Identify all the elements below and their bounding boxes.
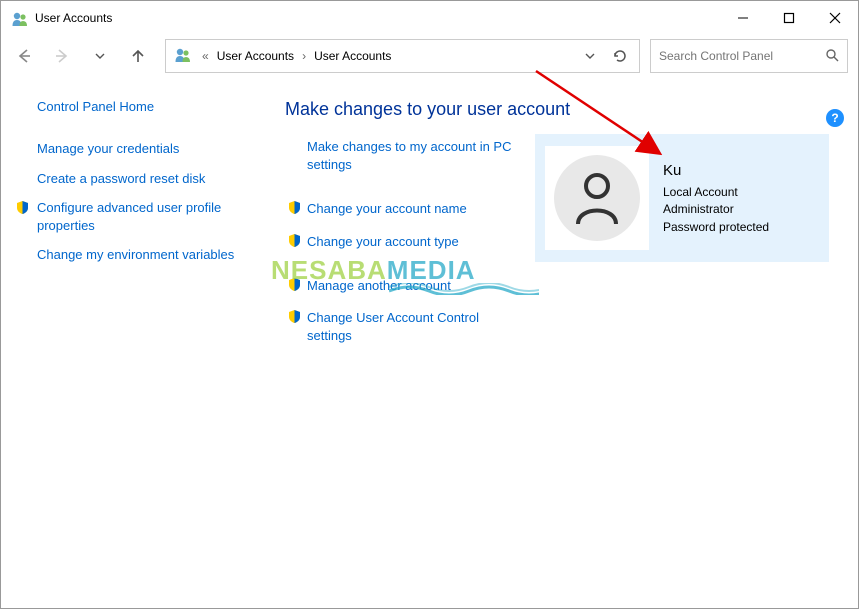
action-pc-settings[interactable]: Make changes to my account in PC setting… xyxy=(307,138,515,174)
content-area: Control Panel Home Manage your credentia… xyxy=(1,77,858,608)
nav-forward-button[interactable] xyxy=(45,39,79,73)
search-input[interactable] xyxy=(659,49,825,63)
breadcrumb-2[interactable]: User Accounts xyxy=(310,49,395,63)
user-account-type: Local Account xyxy=(663,184,769,201)
titlebar: User Accounts xyxy=(1,1,858,35)
close-button[interactable] xyxy=(812,1,858,35)
maximize-button[interactable] xyxy=(766,1,812,35)
window-controls xyxy=(720,1,858,35)
breadcrumb-separator: › xyxy=(298,49,310,63)
sidebar-manage-credentials[interactable]: Manage your credentials xyxy=(37,140,261,158)
minimize-button[interactable] xyxy=(720,1,766,35)
search-icon xyxy=(825,48,839,65)
action-change-uac[interactable]: Change User Account Control settings xyxy=(307,309,515,345)
action-change-type[interactable]: Change your account type xyxy=(307,233,515,251)
breadcrumb-1[interactable]: User Accounts xyxy=(213,49,298,63)
action-label: Change User Account Control settings xyxy=(307,310,479,343)
shield-icon xyxy=(287,309,302,324)
sidebar-create-password-reset-disk[interactable]: Create a password reset disk xyxy=(37,170,261,188)
sidebar: Control Panel Home Manage your credentia… xyxy=(1,77,281,608)
main-panel: Make changes to your user account Make c… xyxy=(281,77,858,608)
control-panel-home-link[interactable]: Control Panel Home xyxy=(37,99,154,114)
shield-icon xyxy=(287,277,302,292)
address-dropdown[interactable] xyxy=(575,41,605,71)
user-card: Ku Local Account Administrator Password … xyxy=(535,134,829,262)
action-label: Change your account name xyxy=(307,201,467,216)
action-change-name[interactable]: Change your account name xyxy=(307,200,515,218)
nav-recent-dropdown[interactable] xyxy=(83,39,117,73)
shield-icon xyxy=(15,200,30,215)
refresh-button[interactable] xyxy=(605,41,635,71)
avatar xyxy=(554,155,640,241)
nav-back-button[interactable] xyxy=(7,39,41,73)
account-actions: Make changes to my account in PC setting… xyxy=(285,138,515,359)
breadcrumb-prefix: « xyxy=(198,49,213,63)
user-role: Administrator xyxy=(663,201,769,218)
sidebar-item-label: Manage your credentials xyxy=(37,140,179,158)
action-label: Make changes to my account in PC setting… xyxy=(307,139,512,172)
action-label: Manage another account xyxy=(307,278,451,293)
sidebar-item-label: Create a password reset disk xyxy=(37,170,205,188)
shield-icon xyxy=(287,200,302,215)
action-label: Change your account type xyxy=(307,234,459,249)
nav-up-button[interactable] xyxy=(121,39,155,73)
page-heading: Make changes to your user account xyxy=(285,99,846,120)
sidebar-item-label: Configure advanced user profile properti… xyxy=(37,199,247,234)
sidebar-configure-advanced-profile[interactable]: Configure advanced user profile properti… xyxy=(37,199,261,234)
user-name: Ku xyxy=(663,160,769,182)
window-title: User Accounts xyxy=(35,11,112,25)
user-accounts-icon xyxy=(11,10,27,26)
search-box[interactable] xyxy=(650,39,848,73)
user-protection: Password protected xyxy=(663,219,769,236)
shield-icon xyxy=(287,233,302,248)
action-manage-another[interactable]: Manage another account xyxy=(307,277,515,295)
avatar-frame xyxy=(545,146,649,250)
sidebar-item-label: Change my environment variables xyxy=(37,246,234,264)
user-info: Ku Local Account Administrator Password … xyxy=(663,160,769,236)
nav-row: « User Accounts › User Accounts xyxy=(1,35,858,77)
address-bar-icon xyxy=(174,46,194,66)
sidebar-change-environment-variables[interactable]: Change my environment variables xyxy=(37,246,261,264)
address-bar[interactable]: « User Accounts › User Accounts xyxy=(165,39,640,73)
